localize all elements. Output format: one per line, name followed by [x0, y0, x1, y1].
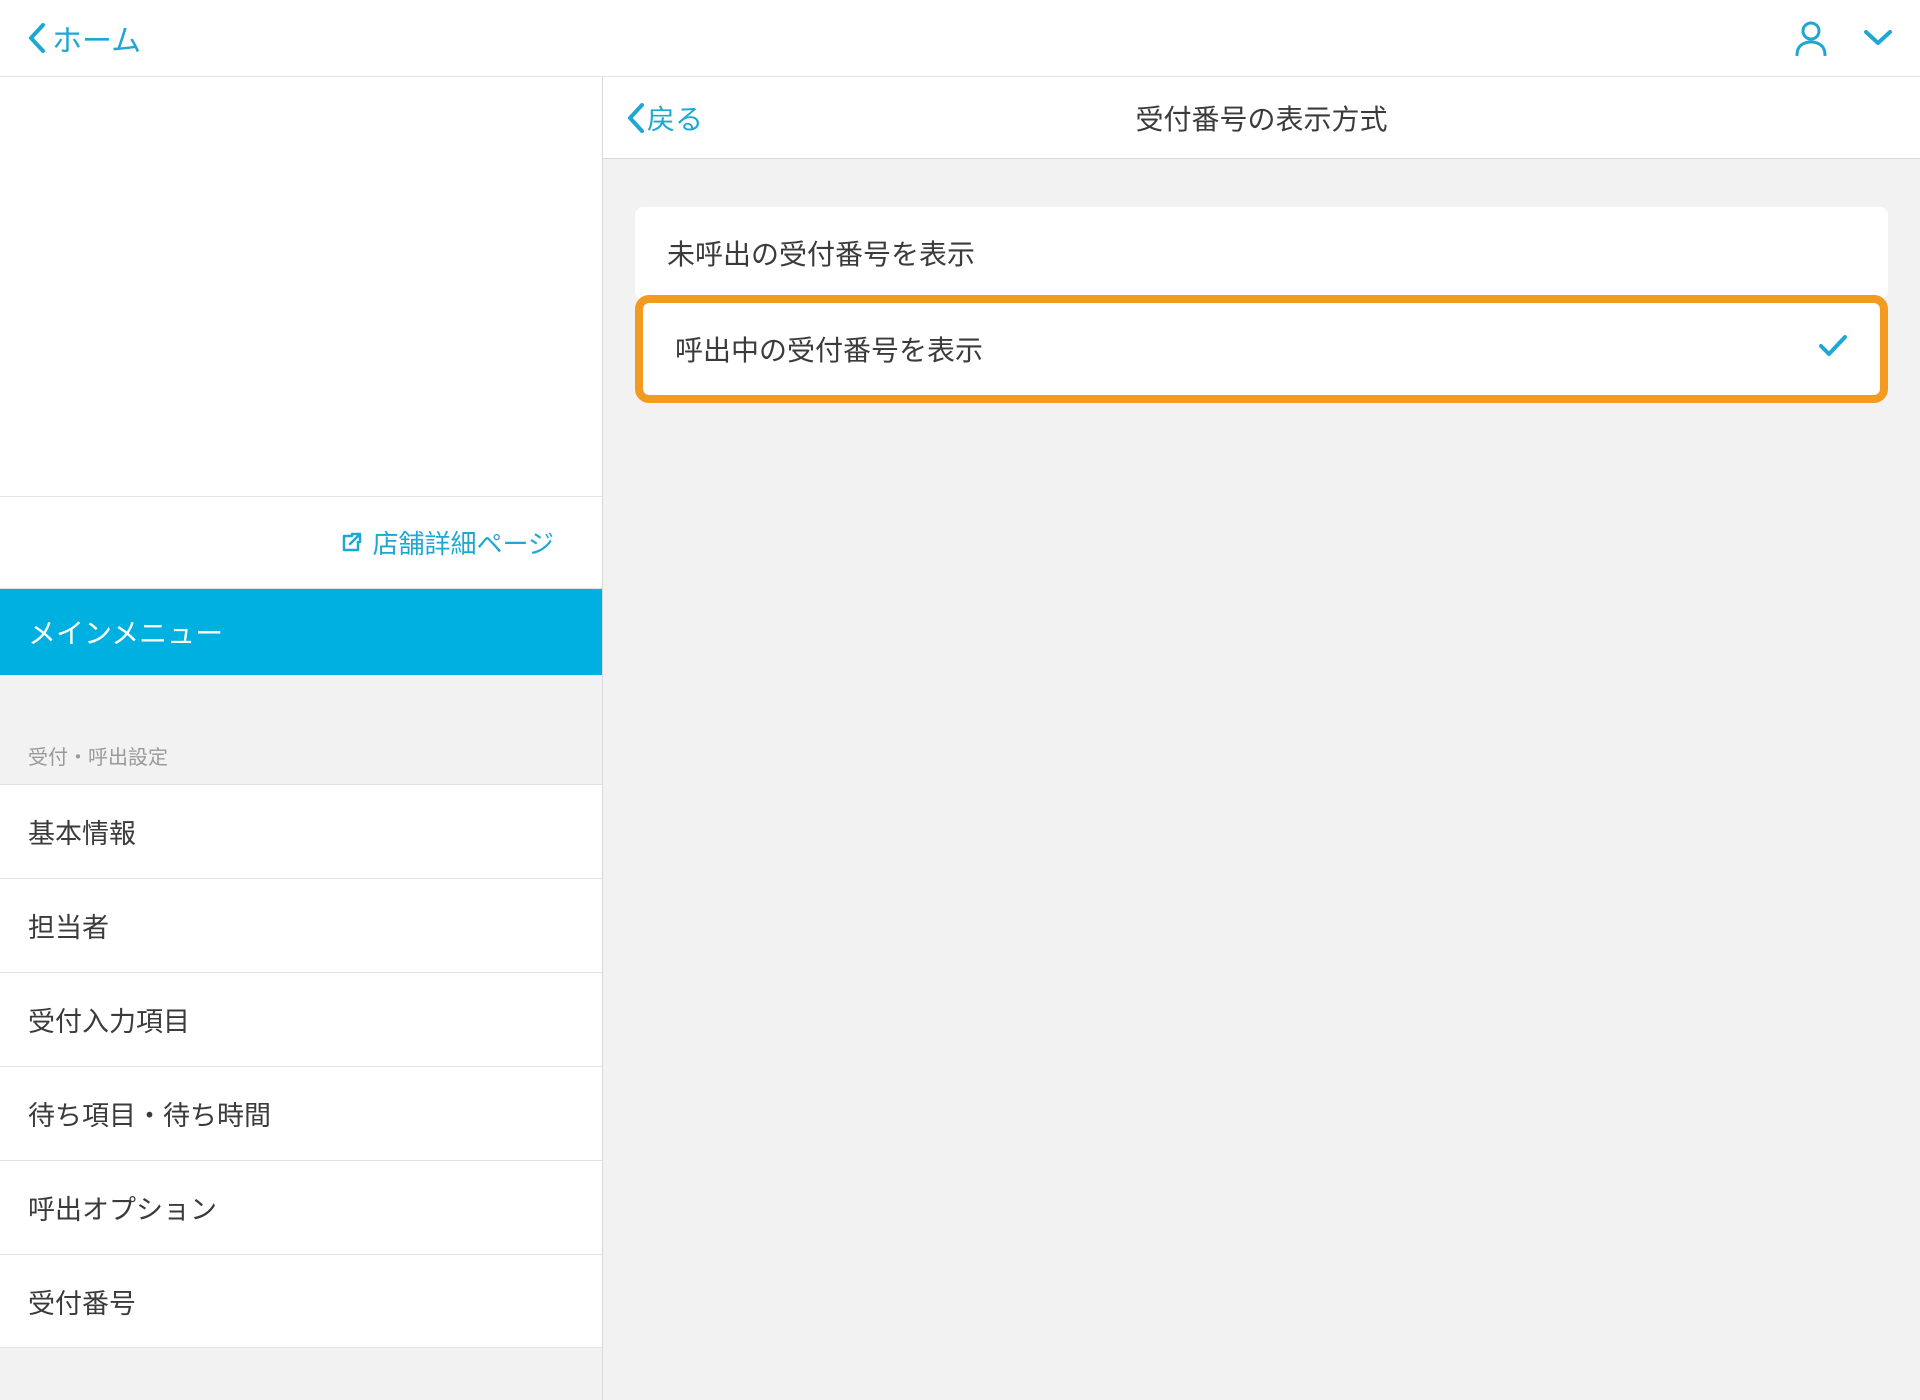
- home-link[interactable]: ホーム: [28, 16, 141, 60]
- sidebar-item-staff[interactable]: 担当者: [0, 878, 602, 972]
- sidebar-item-label: 担当者: [28, 906, 109, 945]
- main-layout: 店舗詳細ページ メインメニュー 受付・呼出設定 基本情報 担当者 受付入力項目 …: [0, 77, 1920, 1400]
- store-detail-label: 店舗詳細ページ: [373, 524, 554, 561]
- sidebar-item-label: 受付番号: [28, 1282, 136, 1321]
- page-title: 受付番号の表示方式: [1135, 98, 1387, 138]
- user-icon[interactable]: [1794, 20, 1828, 56]
- option-card-uncalled: 未呼出の受付番号を表示: [635, 207, 1888, 299]
- option-uncalled[interactable]: 未呼出の受付番号を表示: [635, 207, 1888, 299]
- home-link-label: ホーム: [52, 16, 141, 60]
- back-button[interactable]: 戻る: [627, 98, 703, 138]
- sidebar-item-call-options[interactable]: 呼出オプション: [0, 1160, 602, 1254]
- sidebar-item-label: 呼出オプション: [28, 1188, 217, 1227]
- chevron-left-icon: [627, 103, 645, 133]
- sidebar-item-label: 受付入力項目: [28, 1000, 190, 1039]
- sidebar-main-menu[interactable]: メインメニュー: [0, 589, 602, 675]
- highlight-frame: 呼出中の受付番号を表示: [635, 295, 1888, 403]
- content-pane: 戻る 受付番号の表示方式 未呼出の受付番号を表示 呼出中の受付番号を表示: [603, 77, 1920, 1400]
- sidebar-item-label: 待ち項目・待ち時間: [28, 1094, 271, 1133]
- sidebar-store-area: [0, 77, 602, 497]
- option-label: 未呼出の受付番号を表示: [667, 233, 975, 273]
- back-label: 戻る: [647, 98, 703, 138]
- sidebar-item-wait-items[interactable]: 待ち項目・待ち時間: [0, 1066, 602, 1160]
- chevron-left-icon: [28, 23, 46, 53]
- sidebar-item-input-fields[interactable]: 受付入力項目: [0, 972, 602, 1066]
- sidebar-item-basic-info[interactable]: 基本情報: [0, 784, 602, 878]
- option-card-calling: 呼出中の受付番号を表示: [643, 303, 1880, 395]
- option-label: 呼出中の受付番号を表示: [675, 329, 983, 369]
- options-list: 未呼出の受付番号を表示 呼出中の受付番号を表示: [603, 159, 1920, 403]
- external-link-icon: [339, 531, 363, 555]
- check-icon: [1818, 333, 1848, 365]
- option-calling[interactable]: 呼出中の受付番号を表示: [643, 303, 1880, 395]
- sidebar-item-reception-number[interactable]: 受付番号: [0, 1254, 602, 1348]
- content-header: 戻る 受付番号の表示方式: [603, 77, 1920, 159]
- chevron-down-icon[interactable]: [1864, 30, 1892, 46]
- store-detail-link[interactable]: 店舗詳細ページ: [0, 497, 602, 589]
- main-menu-label: メインメニュー: [28, 612, 223, 652]
- header-actions: [1794, 20, 1892, 56]
- sidebar-section-label: 受付・呼出設定: [0, 741, 602, 784]
- app-header: ホーム: [0, 0, 1920, 77]
- sidebar: 店舗詳細ページ メインメニュー 受付・呼出設定 基本情報 担当者 受付入力項目 …: [0, 77, 603, 1400]
- sidebar-item-label: 基本情報: [28, 812, 136, 851]
- sidebar-gap: [0, 675, 602, 741]
